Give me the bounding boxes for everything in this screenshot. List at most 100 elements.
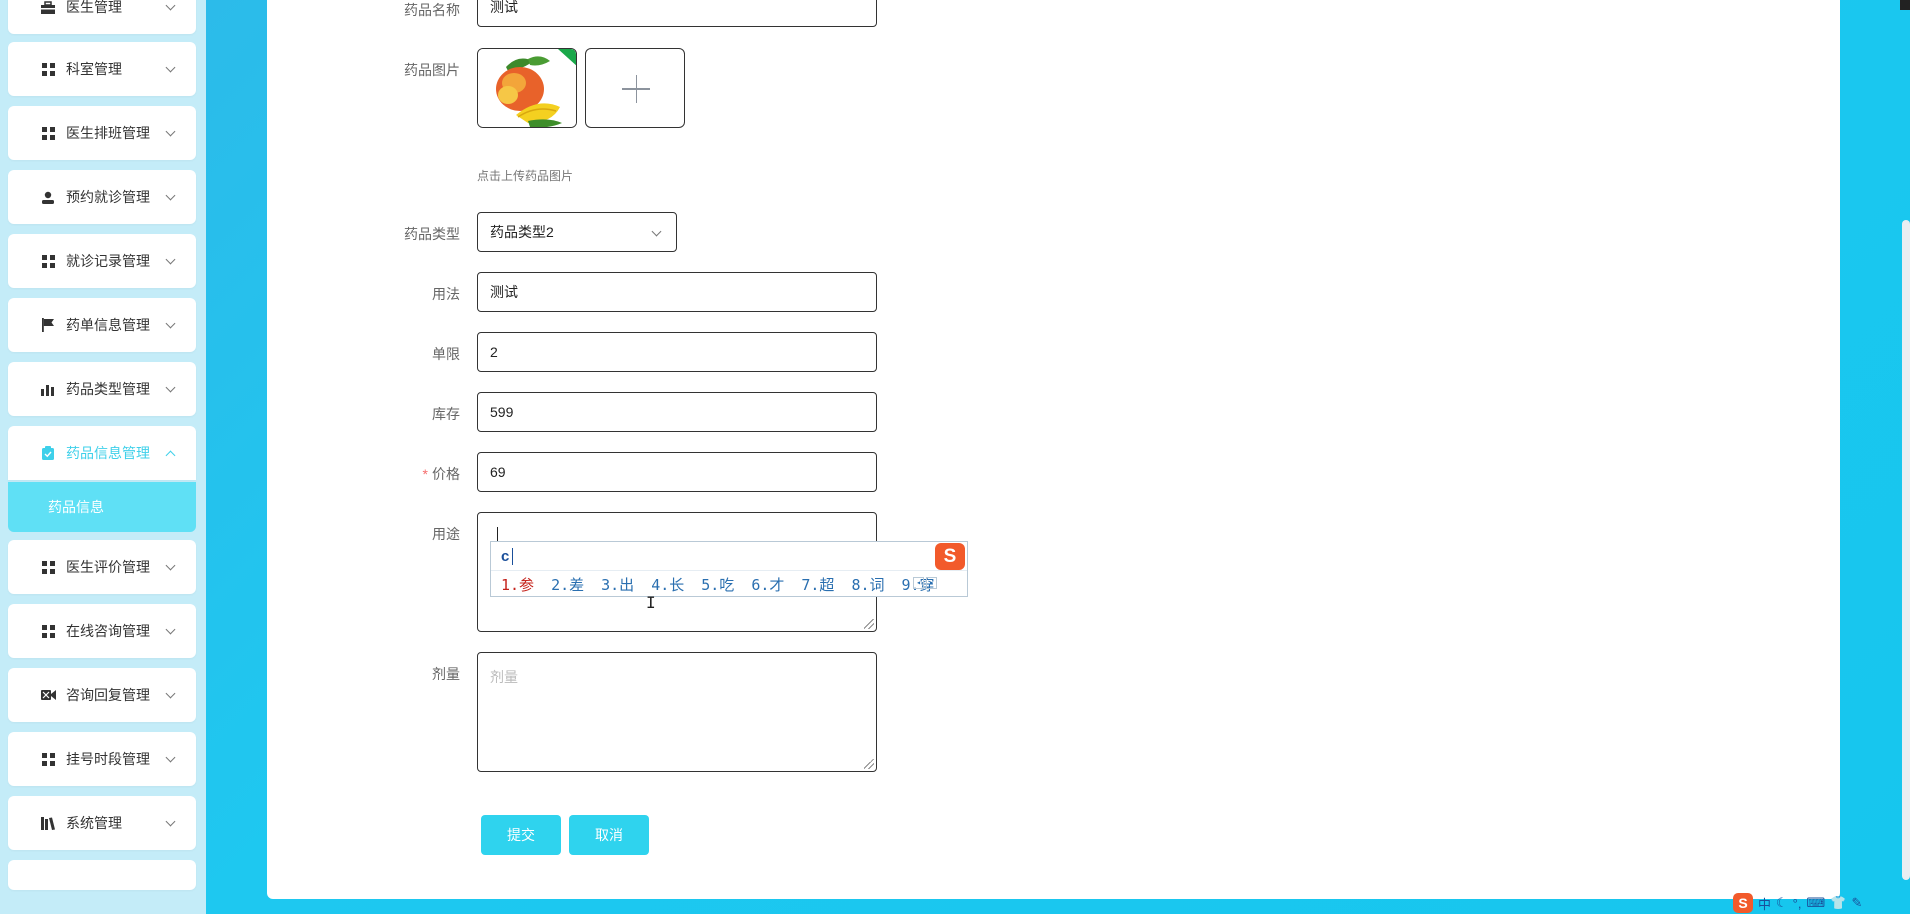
- ime-candidate[interactable]: 1.参: [501, 574, 534, 595]
- sidebar-item-appointment[interactable]: 预约就诊管理: [8, 170, 196, 224]
- sidebar-item-drug-type[interactable]: 药品类型管理: [8, 362, 196, 416]
- chevron-down-icon: [166, 2, 176, 12]
- sidebar-item-label: 药品信息管理: [66, 445, 150, 461]
- chevron-down-icon: [166, 818, 176, 828]
- keyboard-icon[interactable]: ⌨: [1806, 895, 1825, 911]
- sidebar-item-label: 医生排班管理: [66, 125, 150, 141]
- sidebar-item-department[interactable]: 科室管理: [8, 42, 196, 96]
- chevron-down-icon: [166, 64, 176, 74]
- tools-icon[interactable]: ✎: [1851, 895, 1862, 911]
- upload-hint: 点击上传药品图片: [477, 169, 574, 183]
- chevron-down-icon: [166, 320, 176, 330]
- chevron-down-icon: [166, 128, 176, 138]
- grid-icon: [40, 125, 56, 141]
- field-label-image: 药品图片: [404, 62, 460, 78]
- chevron-up-icon: [166, 448, 176, 458]
- stock-input[interactable]: 599: [477, 392, 877, 432]
- sidebar-item-system[interactable]: 系统管理: [8, 796, 196, 850]
- chevron-down-icon: [652, 228, 662, 238]
- field-label-name: 药品名称: [404, 2, 460, 18]
- sidebar-item-doctor-review[interactable]: 医生评价管理: [8, 540, 196, 594]
- skin-icon[interactable]: 👕: [1830, 895, 1846, 911]
- field-label-purpose: 用途: [432, 526, 460, 542]
- ime-prev-page-icon[interactable]: ◂: [913, 577, 924, 589]
- resize-handle[interactable]: [864, 619, 874, 629]
- ime-candidate[interactable]: 4.长: [651, 574, 684, 595]
- ibeam-cursor-icon: I: [646, 593, 656, 612]
- submit-button[interactable]: 提交: [481, 815, 561, 855]
- dosage-textarea[interactable]: 剂量: [477, 652, 877, 772]
- field-label-stock: 库存: [432, 406, 460, 422]
- sidebar-item-visit-record[interactable]: 就诊记录管理: [8, 234, 196, 288]
- field-label-price: * 价格: [380, 464, 460, 484]
- sidebar-item-label: 预约就诊管理: [66, 189, 150, 205]
- chevron-down-icon: [166, 690, 176, 700]
- name-input[interactable]: 测试: [477, 0, 877, 27]
- ime-candidate[interactable]: 3.出: [601, 574, 634, 595]
- ime-candidate[interactable]: 7.超: [801, 574, 834, 595]
- ime-candidate-window: c S 1.参 2.差 3.出 4.长 5.吃 6.才 7.超 8.词 9.穿 …: [490, 541, 968, 597]
- sidebar-item-consult-reply[interactable]: 咨询回复管理: [8, 668, 196, 722]
- sidebar-item-doctor[interactable]: 医生管理: [8, 0, 196, 34]
- ime-candidate[interactable]: 6.才: [751, 574, 784, 595]
- grid-icon: [40, 61, 56, 77]
- ime-next-page-icon[interactable]: ▸: [926, 577, 937, 589]
- library-icon: [40, 815, 56, 831]
- sidebar-item-label: 医生评价管理: [66, 559, 150, 575]
- drug-type-select[interactable]: 药品类型2: [477, 212, 677, 252]
- flag-icon: [40, 317, 56, 333]
- sidebar-subitem-drug-info[interactable]: 药品信息: [8, 482, 196, 532]
- usage-method-input[interactable]: 测试: [477, 272, 877, 312]
- ime-candidate[interactable]: 5.吃: [701, 574, 734, 595]
- price-input[interactable]: 69: [477, 452, 877, 492]
- field-label-type: 药品类型: [404, 226, 460, 242]
- sidebar-item-label: 医生管理: [66, 0, 122, 15]
- sidebar-item-time-slot[interactable]: 挂号时段管理: [8, 732, 196, 786]
- chevron-down-icon: [166, 384, 176, 394]
- required-mark: *: [422, 466, 428, 482]
- sidebar-item-schedule[interactable]: 医生排班管理: [8, 106, 196, 160]
- resize-handle[interactable]: [864, 759, 874, 769]
- briefcase-icon: [40, 0, 56, 15]
- drug-type-selected: 药品类型2: [490, 224, 554, 240]
- punctuation-icon[interactable]: °,: [1793, 896, 1802, 911]
- field-label-price-text: 价格: [432, 466, 460, 482]
- sidebar-item-label: 系统管理: [66, 815, 122, 831]
- chevron-down-icon: [166, 754, 176, 764]
- chevron-down-icon: [166, 626, 176, 636]
- ime-candidates: 1.参 2.差 3.出 4.长 5.吃 6.才 7.超 8.词 9.穿: [501, 574, 935, 595]
- ime-lang-indicator[interactable]: 中: [1758, 894, 1771, 913]
- sidebar-item-label: 科室管理: [66, 61, 122, 77]
- sidebar-item-drug-info[interactable]: 药品信息管理: [8, 426, 196, 480]
- grid-icon: [40, 623, 56, 639]
- clipboard-icon: [40, 445, 56, 461]
- sidebar-item-label: 在线咨询管理: [66, 623, 150, 639]
- add-image-button[interactable]: [585, 48, 685, 128]
- ime-candidate[interactable]: 8.词: [851, 574, 884, 595]
- sidebar-item-prescription[interactable]: 药单信息管理: [8, 298, 196, 352]
- moon-icon[interactable]: ☾: [1776, 895, 1788, 911]
- mango-image: [478, 49, 576, 127]
- sidebar: 医生管理 科室管理 医生排班管理 预约就诊管理 就诊记录管理 药单信息管理 药品…: [0, 0, 206, 914]
- field-label-usage-method: 用法: [432, 286, 460, 302]
- sidebar-item-consultation[interactable]: 在线咨询管理: [8, 604, 196, 658]
- ime-divider: [491, 570, 967, 571]
- dosage-placeholder: 剂量: [490, 669, 518, 685]
- sogou-logo-icon: S: [935, 543, 965, 570]
- sidebar-item-label: 就诊记录管理: [66, 253, 150, 269]
- watermark: CSDN @qq_1406299528: [1478, 860, 1829, 893]
- sogou-tray-icon[interactable]: S: [1733, 893, 1753, 913]
- cancel-button[interactable]: 取消: [569, 815, 649, 855]
- page-scrollbar[interactable]: [1902, 220, 1910, 880]
- ime-candidate[interactable]: 2.差: [551, 574, 584, 595]
- ime-tray: S 中 ☾ °, ⌨ 👕 ✎: [1733, 892, 1862, 914]
- drug-image-thumbnail[interactable]: [477, 48, 577, 128]
- unit-limit-input[interactable]: 2: [477, 332, 877, 372]
- sidebar-item-label: 药品类型管理: [66, 381, 150, 397]
- scrollbar-cap: [1900, 0, 1910, 10]
- user-icon: [40, 189, 56, 205]
- sidebar-item-label: 挂号时段管理: [66, 751, 150, 767]
- ime-composition: c: [501, 548, 510, 565]
- bar-chart-icon: [40, 381, 56, 397]
- chevron-down-icon: [166, 256, 176, 266]
